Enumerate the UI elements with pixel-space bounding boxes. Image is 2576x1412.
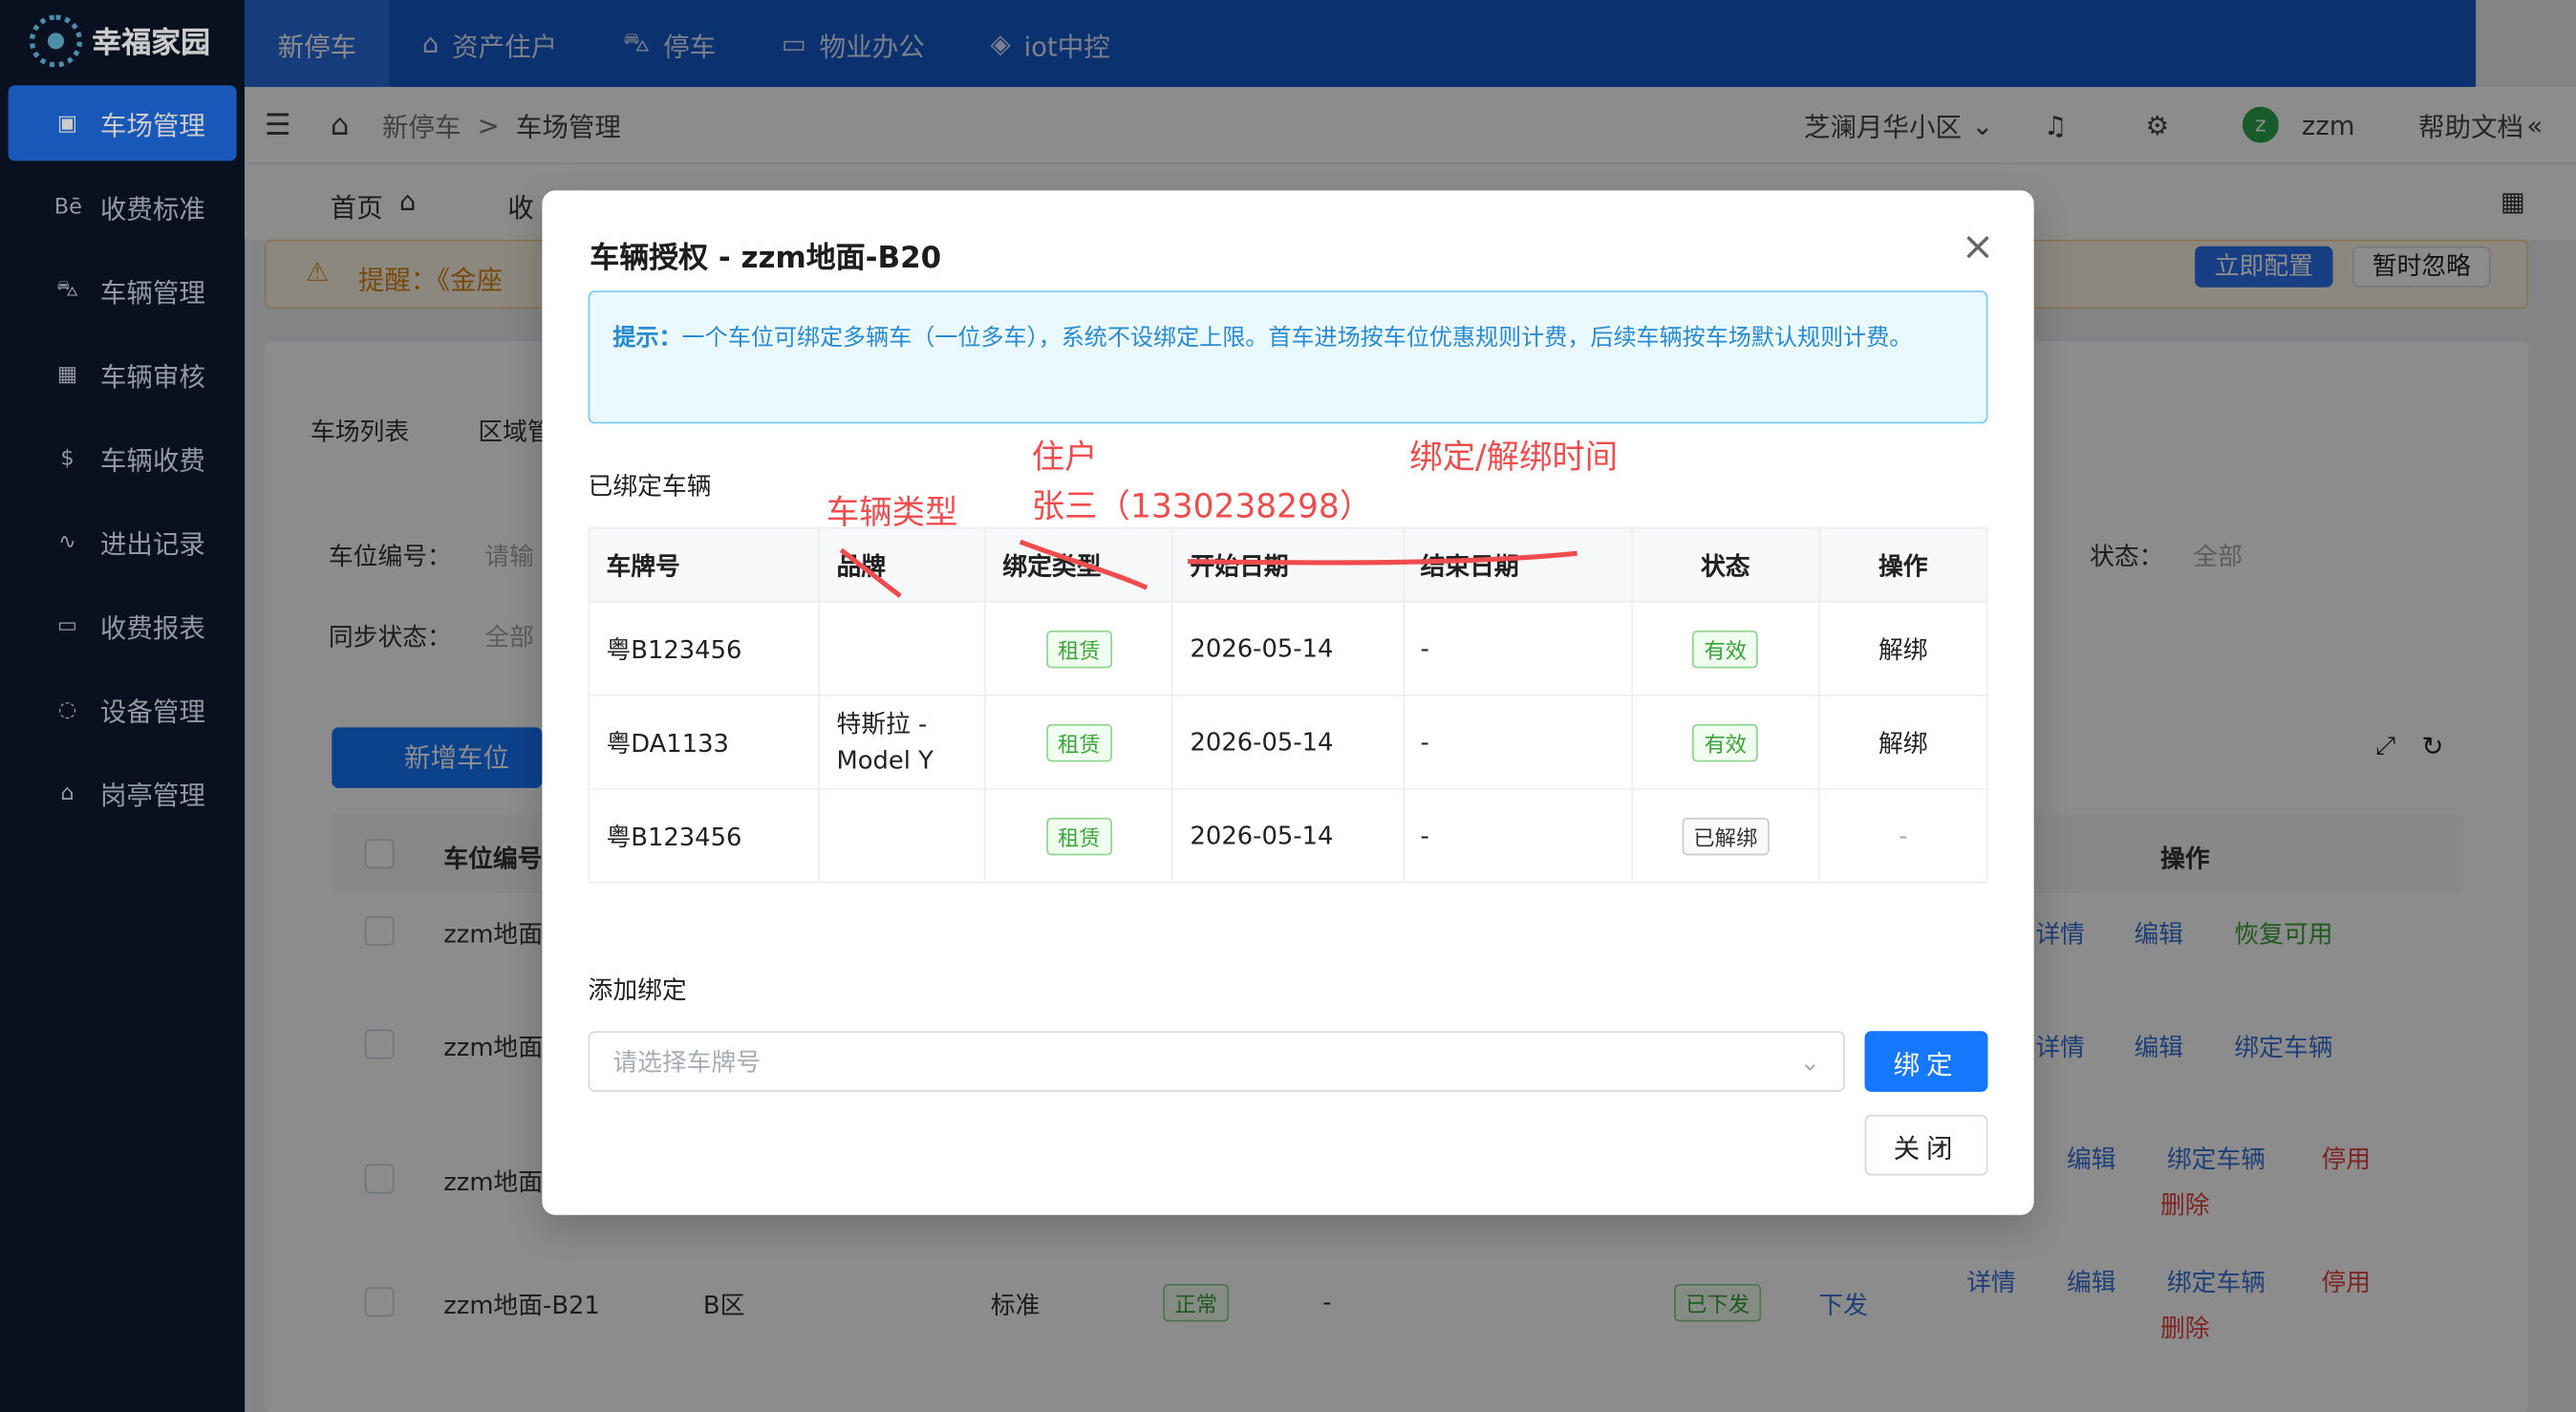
add-binding-title: 添加绑定 (588, 974, 687, 1005)
app-root: 幸福家园 ▣ 车场管理 Bē 收费标准 ⛍ 车辆管理 ▦ 车辆审核 $ 车辆收费 ∿ 进出记… (0, 0, 2576, 1412)
brand-cell (818, 601, 987, 696)
unbind-link[interactable]: 解绑 (1818, 694, 1988, 790)
end-date-cell: - (1402, 601, 1633, 696)
column-bind-type: 绑定类型 (984, 526, 1174, 603)
table-row: 粤B123456 租赁 2026-05-14 - 有效 解绑 (588, 601, 1988, 696)
plate-select[interactable]: 请选择车牌号 ⌄ (588, 1031, 1845, 1092)
close-icon[interactable]: × (1962, 226, 1995, 266)
end-date-cell: - (1402, 694, 1633, 790)
tip-text: 一个车位可绑定多辆车（一位多车），系统不设绑定上限。首车进场按车位优惠规则计费，… (681, 325, 1913, 352)
table-row: 粤B123456 租赁 2026-05-14 - 已解绑 - (588, 787, 1988, 884)
bind-type-badge: 租赁 (1045, 723, 1112, 761)
annotation-vehicle-type: 车辆类型 (826, 492, 958, 532)
end-date-cell: - (1402, 787, 1633, 884)
plate-cell: 粤B123456 (588, 787, 821, 884)
column-end-date: 结束日期 (1402, 526, 1633, 603)
bound-vehicles-title: 已绑定车辆 (588, 471, 712, 502)
annotation-bind-time: 绑定/解绑时间 (1409, 437, 1619, 477)
status-badge: 有效 (1692, 630, 1759, 668)
bind-button[interactable]: 绑定 (1864, 1031, 1988, 1092)
brand-cell (818, 787, 987, 884)
bind-type-badge: 租赁 (1045, 817, 1112, 855)
plate-select-placeholder: 请选择车牌号 (612, 1047, 762, 1078)
tip-alert: 提示：一个车位可绑定多辆车（一位多车），系统不设绑定上限。首车进场按车位优惠规则… (588, 290, 1988, 424)
start-date-cell: 2026-05-14 (1171, 694, 1405, 790)
status-badge: 已解绑 (1682, 817, 1770, 855)
close-button[interactable]: 关闭 (1864, 1114, 1988, 1176)
column-action: 操作 (1818, 526, 1988, 603)
start-date-cell: 2026-05-14 (1171, 601, 1405, 696)
column-plate: 车牌号 (588, 526, 821, 603)
brand-cell: 特斯拉 - Model Y (818, 694, 987, 790)
unbind-link[interactable]: 解绑 (1818, 601, 1988, 696)
column-brand: 品牌 (818, 526, 987, 603)
plate-cell: 粤B123456 (588, 601, 821, 696)
start-date-cell: 2026-05-14 (1171, 787, 1405, 884)
status-badge: 有效 (1692, 723, 1759, 761)
column-start-date: 开始日期 (1171, 526, 1405, 603)
annotation-resident-name: 张三（1330238298） (1031, 485, 1373, 525)
column-status: 状态 (1630, 526, 1820, 603)
sidebar-dim-overlay (0, 0, 246, 1412)
plate-cell: 粤DA1133 (588, 694, 821, 790)
bound-vehicles-table: 车牌号 品牌 绑定类型 开始日期 结束日期 状态 操作 粤B123456 租赁 … (588, 526, 1988, 884)
table-row: 粤DA1133 特斯拉 - Model Y 租赁 2026-05-14 - 有效… (588, 694, 1988, 790)
modal-title: 车辆授权 - zzm地面-B20 (590, 241, 942, 276)
tip-label: 提示： (612, 325, 682, 352)
annotation-resident: 住户 (1031, 437, 1098, 477)
vehicle-authorization-modal: 车辆授权 - zzm地面-B20 × 提示：一个车位可绑定多辆车（一位多车），系… (542, 190, 2034, 1215)
empty-action-cell: - (1818, 787, 1988, 884)
bind-type-badge: 租赁 (1045, 630, 1112, 668)
chevron-down-icon: ⌄ (1799, 1046, 1821, 1077)
